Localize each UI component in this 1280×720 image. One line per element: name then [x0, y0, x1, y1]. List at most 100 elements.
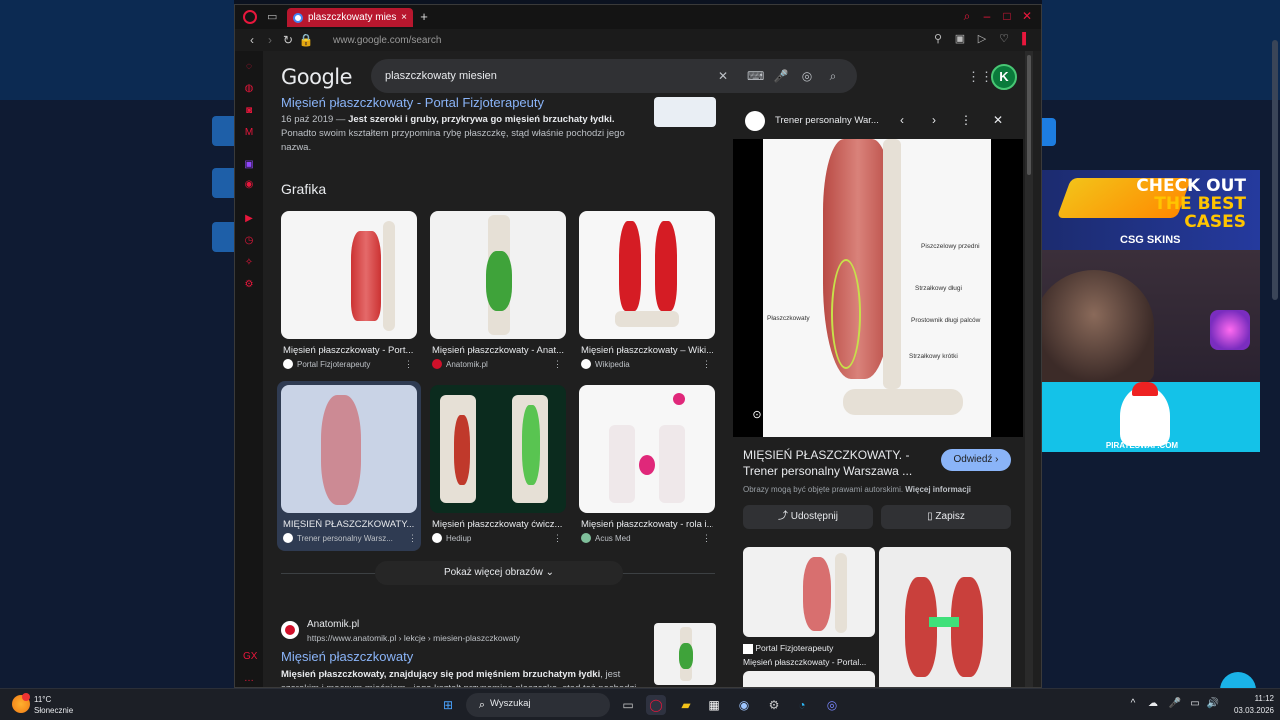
- search-icon[interactable]: ⌕: [825, 68, 841, 84]
- url-text[interactable]: www.google.com/search: [333, 35, 441, 46]
- microphone-tray-icon[interactable]: 🎤: [1168, 697, 1182, 711]
- new-tab-button[interactable]: +: [417, 10, 431, 24]
- visit-button[interactable]: Odwiedź ›: [941, 449, 1011, 471]
- more-info-link[interactable]: Więcej informacji: [905, 485, 971, 494]
- browser-tab[interactable]: plaszczkowaty miesien - S ×: [287, 8, 413, 27]
- tray-expand-icon[interactable]: ^: [1126, 697, 1140, 711]
- image-result[interactable]: Mięsień płaszczkowaty - Anat... Anatomik…: [430, 211, 566, 381]
- clock-time[interactable]: 11:12: [1236, 694, 1274, 703]
- result-thumbnail[interactable]: [654, 97, 716, 127]
- illustration-label: Strzałkowy długi: [915, 285, 962, 292]
- panel-title[interactable]: MIĘSIEŃ PŁASZCZKOWATY. - Trener personal…: [743, 447, 933, 479]
- keyboard-icon[interactable]: ⌨: [747, 68, 764, 84]
- result-title[interactable]: Mięsień płaszczkowaty: [281, 649, 413, 664]
- panel-site-name[interactable]: Trener personalny War...: [775, 115, 879, 126]
- settings-icon[interactable]: ⚙: [243, 279, 255, 291]
- related-caption[interactable]: Mięsień płaszczkowaty - Portal...: [743, 657, 866, 667]
- player-icon[interactable]: ▶: [243, 213, 255, 225]
- opera-menu-icon[interactable]: [243, 10, 257, 24]
- previous-icon[interactable]: ‹: [893, 111, 911, 129]
- search-tabs-icon[interactable]: ⌕: [959, 8, 975, 24]
- google-search-page: Google ✕ ⌨ 🎤 ◎ ⌕ ⋮⋮ K Mięsień płaszczkow…: [263, 51, 1033, 687]
- microphone-icon[interactable]: 🎤: [773, 68, 789, 84]
- show-more-images-button[interactable]: Pokaż więcej obrazów ⌄: [375, 561, 623, 585]
- minimize-icon[interactable]: –: [979, 8, 995, 24]
- snapshot-icon[interactable]: ▣: [953, 32, 967, 46]
- lens-icon[interactable]: ◎: [799, 68, 815, 84]
- related-source: Portal Fizjoterapeuty: [743, 643, 833, 654]
- volume-tray-icon[interactable]: 🔊: [1206, 697, 1220, 711]
- discord-icon[interactable]: ◎: [822, 695, 842, 715]
- messenger-icon[interactable]: ◙: [243, 105, 255, 117]
- close-window-icon[interactable]: ✕: [1019, 8, 1035, 24]
- store-icon[interactable]: ▦: [704, 695, 724, 715]
- save-button[interactable]: ▯ Zapisz: [881, 505, 1011, 529]
- more-options-icon[interactable]: ⋮: [553, 533, 562, 544]
- desktop-scrollbar[interactable]: [1272, 40, 1278, 300]
- image-result[interactable]: Mięsień płaszczkowaty - rola i... Acus M…: [579, 385, 715, 555]
- related-image[interactable]: [879, 547, 1011, 687]
- extensions-icon[interactable]: ⚲: [931, 32, 945, 46]
- heart-icon[interactable]: ♡: [997, 32, 1011, 46]
- more-options-icon[interactable]: ⋮: [553, 359, 562, 370]
- aria-icon[interactable]: ◌: [243, 61, 255, 73]
- preview-image[interactable]: Piszczelowy przedni Strzałkowy długi Pła…: [733, 139, 1023, 437]
- bag-icon[interactable]: ◍: [243, 83, 255, 95]
- edge-icon[interactable]: ◔: [792, 695, 812, 715]
- taskbar-search[interactable]: ⌕ Wyszukaj: [466, 693, 610, 717]
- close-tab-icon[interactable]: ×: [401, 12, 407, 23]
- extensions-sidebar-icon[interactable]: ✧: [243, 257, 255, 269]
- clock-date[interactable]: 03.03.2026: [1226, 706, 1274, 715]
- more-options-icon[interactable]: ⋮: [957, 111, 975, 129]
- forward-icon[interactable]: ›: [261, 31, 279, 49]
- maximize-icon[interactable]: □: [999, 8, 1015, 24]
- back-icon[interactable]: ‹: [243, 31, 261, 49]
- more-options-icon[interactable]: ⋮: [404, 359, 413, 370]
- opera-gx-icon[interactable]: ◯: [646, 695, 666, 715]
- display-tray-icon[interactable]: ▭: [1188, 697, 1202, 711]
- share-button[interactable]: ⤴ Udostępnij: [743, 505, 873, 529]
- steam-icon[interactable]: ◉: [734, 695, 754, 715]
- more-options-icon[interactable]: ⋮: [408, 533, 417, 544]
- weather-description[interactable]: Słonecznie: [34, 706, 73, 715]
- start-icon[interactable]: ⊞: [438, 695, 458, 715]
- history-icon[interactable]: ◷: [243, 235, 255, 247]
- image-result-selected[interactable]: MIĘSIEŃ PŁASZCZKOWATY.... Trener persona…: [277, 381, 421, 551]
- network-tray-icon[interactable]: ☁: [1146, 697, 1160, 711]
- play-icon[interactable]: ▷: [975, 32, 989, 46]
- page-scrollbar[interactable]: [1025, 51, 1033, 687]
- more-icon[interactable]: …: [243, 673, 255, 685]
- google-logo[interactable]: Google: [281, 65, 353, 89]
- search-input[interactable]: [385, 59, 705, 93]
- image-result[interactable]: Mięsień płaszczkowaty ćwicz... Hediup ⋮: [430, 385, 566, 555]
- sidebar-toggle-icon[interactable]: ▌: [1019, 32, 1033, 46]
- gmail-icon[interactable]: M: [243, 127, 255, 139]
- tab-menu-icon[interactable]: ▭: [267, 11, 279, 23]
- task-view-icon[interactable]: ▭: [618, 695, 638, 715]
- close-icon[interactable]: ✕: [989, 111, 1007, 129]
- clear-search-icon[interactable]: ✕: [715, 68, 731, 84]
- file-explorer-icon[interactable]: ▰: [676, 695, 696, 715]
- leg-graphic: [609, 425, 635, 503]
- image-thumbnail: [281, 385, 417, 513]
- scroll-thumb[interactable]: [1027, 55, 1031, 175]
- more-options-icon[interactable]: ⋮: [702, 359, 711, 370]
- related-image[interactable]: [743, 547, 875, 637]
- image-thumbnail: [430, 211, 566, 339]
- lens-search-icon[interactable]: ⊙: [749, 407, 765, 423]
- image-result[interactable]: Mięsień płaszczkowaty - Port... Portal F…: [281, 211, 417, 381]
- image-result[interactable]: Mięsień płaszczkowaty – Wiki... Wikipedi…: [579, 211, 715, 381]
- next-icon[interactable]: ›: [925, 111, 943, 129]
- weather-temperature[interactable]: 11°C: [34, 695, 51, 704]
- gx-icon[interactable]: GX: [243, 651, 257, 663]
- settings-app-icon[interactable]: ⚙: [764, 695, 784, 715]
- twitch-icon[interactable]: ▣: [243, 159, 255, 171]
- result-thumbnail[interactable]: [654, 623, 716, 685]
- related-image[interactable]: [743, 671, 875, 687]
- account-avatar[interactable]: K: [991, 64, 1017, 90]
- spotify-icon[interactable]: ◉: [243, 179, 255, 191]
- more-options-icon[interactable]: ⋮: [702, 533, 711, 544]
- result-title[interactable]: Mięsień płaszczkowaty - Portal Fizjotera…: [281, 95, 544, 110]
- reload-icon[interactable]: ↻: [279, 31, 297, 49]
- google-apps-icon[interactable]: ⋮⋮: [967, 69, 993, 85]
